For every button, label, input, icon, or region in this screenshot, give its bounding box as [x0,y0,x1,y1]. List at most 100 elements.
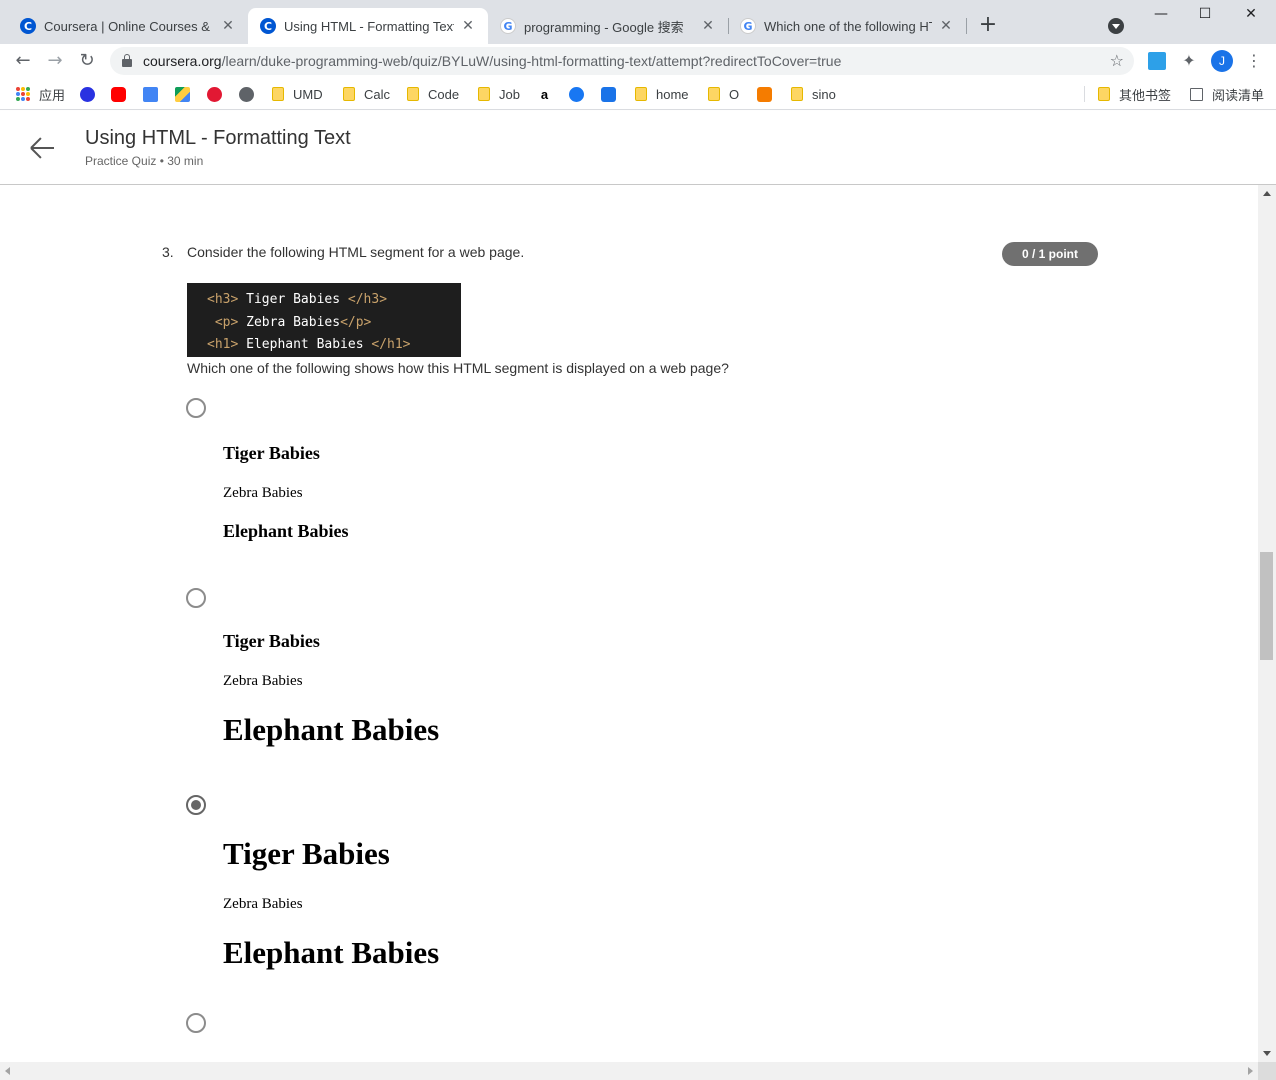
folder-icon [708,87,720,101]
scroll-up-icon[interactable] [1263,191,1271,196]
quiz-header: Using HTML - Formatting Text Practice Qu… [0,111,1276,185]
tab-divider [966,18,967,34]
points-badge: 0 / 1 point [1002,242,1098,266]
code-line: <h3> Tiger Babies </h3> [207,292,388,307]
extension-icon[interactable] [1148,52,1166,70]
bookmark-translate[interactable] [143,84,167,104]
bookmark-job-folder[interactable]: Job [478,84,520,104]
horizontal-scrollbar[interactable] [0,1062,1258,1080]
maximize-button[interactable]: ☐ [1190,6,1220,22]
bookmark-code-folder[interactable]: Code [407,84,459,104]
globe-icon [239,86,254,102]
close-icon[interactable]: ✕ [220,18,236,34]
bookmark-amazon[interactable]: a [537,84,561,104]
tab-title: Which one of the following HT [764,18,932,34]
bookmark-dict[interactable] [601,84,625,104]
reading-list[interactable]: 阅读清单 [1190,84,1264,104]
close-icon[interactable]: ✕ [700,18,716,34]
option-1-radio[interactable] [186,398,206,418]
bookmark-facebook[interactable] [569,84,593,104]
option-2-radio[interactable] [186,588,206,608]
puzzle-icon[interactable]: ✦ [1180,52,1198,70]
code-line: <p> Zebra Babies</p> [214,314,372,330]
minimize-button[interactable]: — [1146,6,1176,22]
forward-button[interactable]: → [44,50,66,72]
folder-icon [343,87,355,101]
translate-icon [143,86,158,102]
bookmark-drive[interactable] [175,84,199,104]
back-arrow-icon[interactable] [30,135,56,161]
back-button[interactable]: ← [12,50,34,72]
folder-icon [635,87,647,101]
scroll-right-icon[interactable] [1248,1067,1253,1075]
url-text: coursera.org/learn/duke-programming-web/… [143,53,842,69]
tab-strip: C Coursera | Online Courses & C ✕ C Usin… [0,0,1276,44]
menu-icon[interactable]: ⋮ [1246,50,1262,72]
google-icon: G [740,18,756,34]
umd-icon [207,86,222,102]
bookmarks-divider [1084,86,1085,102]
option-4-radio[interactable] [186,1013,206,1033]
option-2-line2: Zebra Babies [223,673,303,689]
quiz-content: 3. Consider the following HTML segment f… [0,185,1258,1062]
option-3-line2: Zebra Babies [223,896,303,912]
option-1-line2: Zebra Babies [223,485,303,501]
bookmark-globe[interactable] [239,84,263,104]
folder-icon [272,87,284,101]
amazon-icon: a [537,86,552,102]
dict-icon [601,86,616,102]
folder-icon [1098,87,1110,101]
new-tab-button[interactable]: + [978,14,998,36]
scroll-thumb[interactable] [1260,552,1273,660]
facebook-icon [569,86,584,102]
tab-title: Using HTML - Formatting Text [284,18,454,34]
option-1-line1: Tiger Babies [223,443,320,463]
reading-list-icon [1190,87,1203,101]
bookmark-o-folder[interactable]: O [708,84,739,104]
youtube-icon [111,86,126,102]
vertical-scrollbar[interactable] [1258,185,1276,1062]
bookmark-other-folder[interactable]: 其他书签 [1098,84,1171,104]
option-3-line1: Tiger Babies [223,836,390,871]
bookmark-youtube[interactable] [111,84,135,104]
bookmark-sino-folder[interactable]: sino [791,84,836,104]
option-3-radio[interactable] [186,795,206,815]
tab-using-html[interactable]: C Using HTML - Formatting Text ✕ [248,8,488,44]
bookmark-apps[interactable]: 应用 [16,84,65,104]
close-icon[interactable]: ✕ [460,18,476,34]
window-close-button[interactable]: ✕ [1236,6,1266,22]
folder-icon [791,87,803,101]
scroll-corner [1258,1062,1276,1080]
bookmark-home-folder[interactable]: home [635,84,689,104]
tab-search-icon[interactable] [1108,18,1124,34]
scroll-left-icon[interactable] [5,1067,10,1075]
option-1-line3: Elephant Babies [223,521,349,541]
bookmark-star-icon[interactable]: ☆ [1110,51,1124,70]
quiz-title: Using HTML - Formatting Text [85,127,351,149]
tab-coursera-home[interactable]: C Coursera | Online Courses & C ✕ [8,8,248,44]
bookmark-calc-folder[interactable]: Calc [343,84,390,104]
coursera-icon: C [260,18,276,34]
tab-which-one[interactable]: G Which one of the following HT ✕ [728,8,966,44]
code-line: <h1> Elephant Babies </h1> [207,337,411,352]
google-icon: G [500,18,516,34]
bookmark-umd-folder[interactable]: UMD [272,84,323,104]
address-bar[interactable]: coursera.org/learn/duke-programming-web/… [110,47,1134,75]
browser-toolbar: ← → ↻ coursera.org/learn/duke-programmin… [0,44,1276,78]
folder-icon [407,87,419,101]
quiz-subtitle: Practice Quiz • 30 min [85,154,204,168]
bookmark-umd[interactable] [207,84,231,104]
tab-title: programming - Google 搜索 [524,19,684,35]
reload-button[interactable]: ↻ [76,50,98,72]
bookmark-c[interactable] [757,84,781,104]
option-3-line3: Elephant Babies [223,935,440,970]
close-icon[interactable]: ✕ [938,18,954,34]
scroll-down-icon[interactable] [1263,1051,1271,1056]
bookmark-baidu[interactable] [80,84,104,104]
tab-google-search[interactable]: G programming - Google 搜索 ✕ [488,8,728,44]
option-2-line1: Tiger Babies [223,631,320,651]
apps-icon [16,87,30,101]
drive-icon [175,86,190,102]
folder-icon [478,87,490,101]
profile-avatar[interactable]: J [1211,50,1233,72]
